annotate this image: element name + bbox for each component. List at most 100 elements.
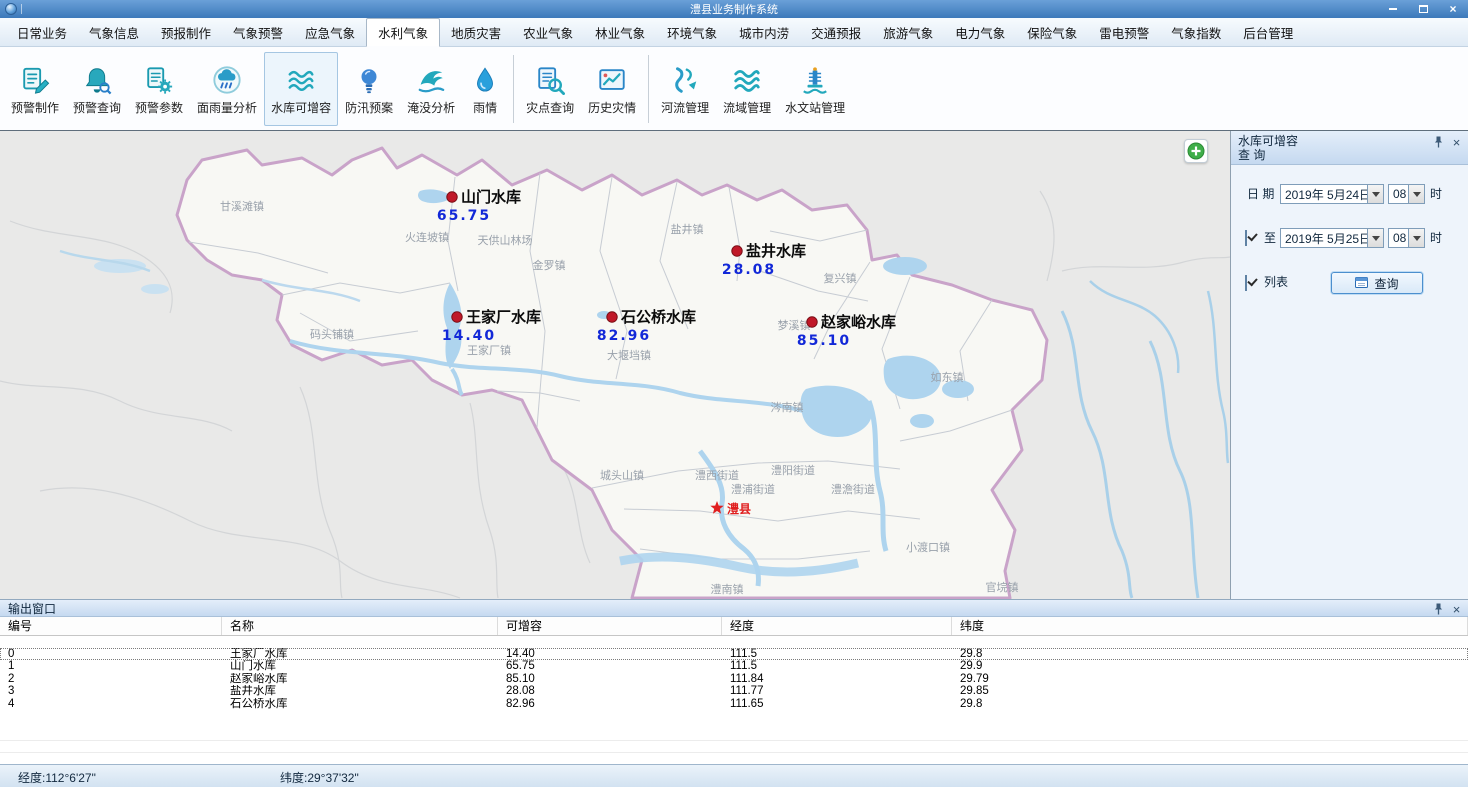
history-disaster-button[interactable]: 历史灾情	[581, 52, 643, 126]
table-header-row: 编号名称可增容经度纬度	[0, 617, 1468, 636]
hour-to-select[interactable]: 08	[1388, 228, 1425, 248]
menu-item-6[interactable]: 地质灾害	[440, 18, 512, 46]
column-header[interactable]: 纬度	[952, 617, 1468, 635]
reservoir-query-panel: 水库可增容 查 询 × 日 期 201	[1231, 131, 1468, 599]
table-row[interactable]: 3盐井水库28.08111.7729.85	[0, 685, 1468, 697]
town-label: 王家厂镇	[467, 343, 511, 357]
town-label: 澧浦街道	[731, 482, 775, 496]
menu-item-11[interactable]: 交通预报	[800, 18, 872, 46]
maximize-button[interactable]	[1408, 0, 1438, 18]
tool-label: 流域管理	[723, 99, 771, 116]
toolbar-separator	[648, 55, 649, 123]
menu-item-16[interactable]: 气象指数	[1160, 18, 1232, 46]
menu-item-7[interactable]: 农业气象	[512, 18, 584, 46]
pin-icon	[1434, 603, 1443, 615]
table-cell: 65.75	[498, 660, 722, 672]
table-cell: 29.79	[952, 673, 1468, 685]
town-label: 甘溪滩镇	[220, 199, 264, 213]
panel-body: 日 期 2019年 5月24日 08 时 至 2019年 5月2	[1231, 165, 1468, 599]
menu-item-14[interactable]: 保险气象	[1016, 18, 1088, 46]
date-from-select[interactable]: 2019年 5月24日	[1280, 184, 1384, 204]
history-disaster-icon	[597, 63, 627, 97]
plus-icon	[1187, 142, 1205, 160]
disaster-point-query-button[interactable]: 灾点查询	[519, 52, 581, 126]
town-label: 澧西街道	[695, 468, 739, 482]
disaster-point-query-icon	[535, 63, 565, 97]
date-label: 日 期	[1247, 184, 1274, 204]
table-cell: 3	[0, 685, 222, 697]
column-header[interactable]: 名称	[222, 617, 498, 635]
menu-item-9[interactable]: 环境气象	[656, 18, 728, 46]
inundation-analysis-button[interactable]: 淹没分析	[400, 52, 462, 126]
reservoir-label: 石公桥水库	[620, 308, 696, 326]
menu-item-8[interactable]: 林业气象	[584, 18, 656, 46]
warning-create-icon	[20, 63, 50, 97]
title-separator	[21, 4, 22, 14]
rain-info-button[interactable]: 雨情	[462, 52, 508, 126]
map-area: 甘溪滩镇火连坡镇天供山林场金罗镇盐井镇复兴镇码头铺镇王家厂镇梦溪镇大堰垱镇如东镇…	[0, 131, 1231, 599]
warning-params-button[interactable]: 预警参数	[128, 52, 190, 126]
app-window: 澧县业务制作系统 × 日常业务气象信息预报制作气象预警应急气象水利气象地质灾害农…	[0, 0, 1468, 787]
table-row[interactable]: 2赵家峪水库85.10111.8429.79	[0, 673, 1468, 685]
warning-query-button[interactable]: 预警查询	[66, 52, 128, 126]
list-label: 列表	[1264, 272, 1288, 292]
reservoir-marker[interactable]	[452, 312, 462, 322]
menu-item-15[interactable]: 雷电预警	[1088, 18, 1160, 46]
reservoir-capacity-button[interactable]: 水库可增容	[264, 52, 338, 126]
menu-item-0[interactable]: 日常业务	[6, 18, 78, 46]
column-header[interactable]: 编号	[0, 617, 222, 635]
status-bar: 经度:112°6'27" 纬度:29°37'32"	[0, 764, 1468, 787]
zoom-add-button[interactable]	[1184, 139, 1208, 163]
reservoir-marker[interactable]	[807, 317, 817, 327]
panel-pin-button[interactable]	[1431, 135, 1446, 149]
river-manage-button[interactable]: 河流管理	[654, 52, 716, 126]
minimize-icon	[1389, 8, 1397, 10]
menu-bar: 日常业务气象信息预报制作气象预警应急气象水利气象地质灾害农业气象林业气象环境气象…	[0, 18, 1468, 47]
chevron-down-icon	[1367, 185, 1383, 203]
to-date-checkbox[interactable]	[1245, 230, 1247, 246]
menu-item-10[interactable]: 城市内涝	[728, 18, 800, 46]
reservoir-marker[interactable]	[447, 192, 457, 202]
column-header[interactable]: 经度	[722, 617, 952, 635]
basin-manage-button[interactable]: 流域管理	[716, 52, 778, 126]
reservoir-marker[interactable]	[607, 312, 617, 322]
menu-item-13[interactable]: 电力气象	[944, 18, 1016, 46]
areal-rain-analysis-button[interactable]: 面雨量分析	[190, 52, 264, 126]
table-row[interactable]: 1山门水库65.75111.529.9	[0, 660, 1468, 672]
list-checkbox[interactable]	[1245, 275, 1247, 291]
output-pin-button[interactable]	[1431, 602, 1446, 616]
reservoir-marker[interactable]	[732, 246, 742, 256]
minimize-button[interactable]	[1378, 0, 1408, 18]
menu-item-2[interactable]: 预报制作	[150, 18, 222, 46]
hydro-station-manage-button[interactable]: 水文站管理	[778, 52, 852, 126]
menu-item-12[interactable]: 旅游气象	[872, 18, 944, 46]
column-header[interactable]: 可增容	[498, 617, 722, 635]
basin-manage-icon	[732, 63, 762, 97]
menu-item-1[interactable]: 气象信息	[78, 18, 150, 46]
table-cell: 盐井水库	[222, 685, 498, 697]
county-label: 澧县	[727, 501, 751, 516]
town-label: 金罗镇	[533, 258, 566, 272]
flood-plan-button[interactable]: 防汛预案	[338, 52, 400, 126]
menu-item-5[interactable]: 水利气象	[366, 18, 440, 47]
menu-item-17[interactable]: 后台管理	[1232, 18, 1304, 46]
table-row[interactable]: 0王家厂水库14.40111.529.8	[0, 648, 1468, 660]
tool-label: 河流管理	[661, 99, 709, 116]
output-close-button[interactable]: ×	[1449, 602, 1464, 616]
table-row[interactable]: 4石公桥水库82.96111.6529.8	[0, 698, 1468, 710]
hour-from-select[interactable]: 08	[1388, 184, 1425, 204]
panel-close-button[interactable]: ×	[1449, 135, 1464, 149]
menu-item-4[interactable]: 应急气象	[294, 18, 366, 46]
warning-create-button[interactable]: 预警制作	[4, 52, 66, 126]
map-canvas[interactable]: 甘溪滩镇火连坡镇天供山林场金罗镇盐井镇复兴镇码头铺镇王家厂镇梦溪镇大堰垱镇如东镇…	[0, 131, 1230, 599]
table-cell: 王家厂水库	[222, 648, 498, 660]
warning-query-icon	[82, 63, 112, 97]
close-button[interactable]: ×	[1438, 0, 1468, 18]
table-cell: 111.84	[722, 673, 952, 685]
date-to-select[interactable]: 2019年 5月25日	[1280, 228, 1384, 248]
menu-item-3[interactable]: 气象预警	[222, 18, 294, 46]
tool-label: 预警查询	[73, 99, 121, 116]
query-button[interactable]: 查询	[1331, 272, 1423, 294]
table-cell: 111.5	[722, 648, 952, 660]
main-area: 甘溪滩镇火连坡镇天供山林场金罗镇盐井镇复兴镇码头铺镇王家厂镇梦溪镇大堰垱镇如东镇…	[0, 131, 1468, 599]
